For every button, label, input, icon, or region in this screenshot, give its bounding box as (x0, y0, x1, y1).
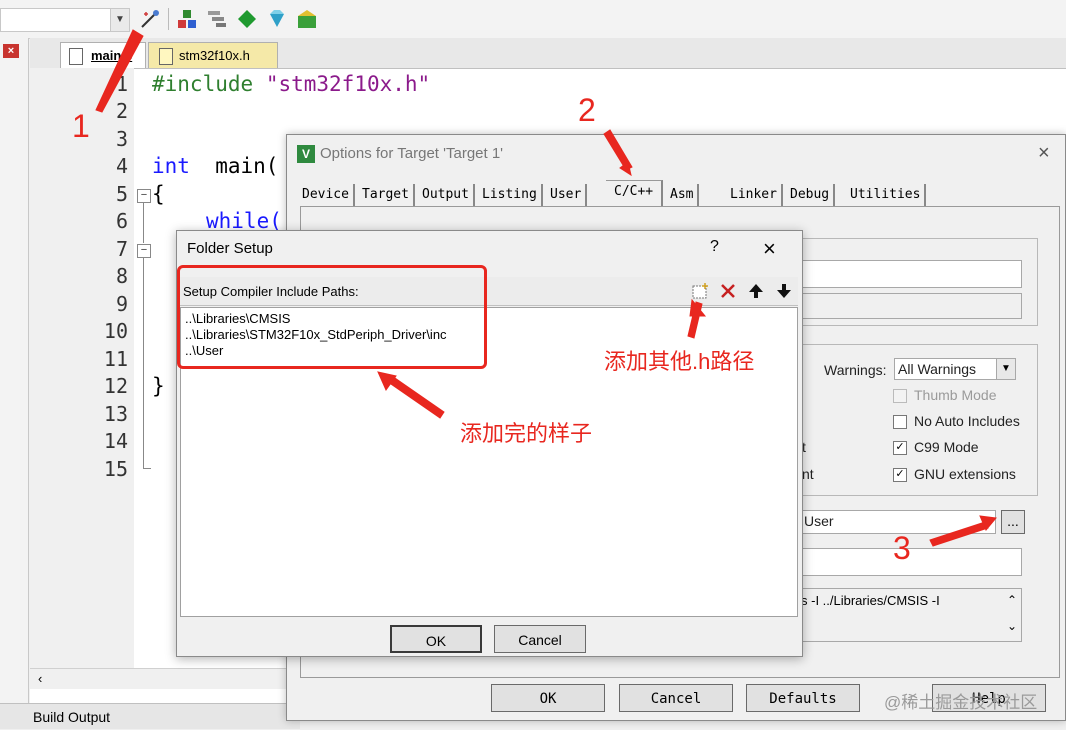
annotation-add-paths: 添加其他.h路径 (604, 349, 755, 374)
arrow-3 (929, 521, 989, 547)
annotation-number-3: 3 (893, 530, 911, 566)
watermark: @稀土掘金技术社区 (884, 693, 1038, 712)
arrow-1 (95, 29, 144, 113)
annotation-number-1: 1 (72, 108, 90, 144)
annotation-arrows (95, 29, 997, 547)
annotation-after-added: 添加完的样子 (460, 421, 593, 446)
annotation-number-2: 2 (578, 92, 596, 128)
arrow-after-added (387, 375, 445, 419)
